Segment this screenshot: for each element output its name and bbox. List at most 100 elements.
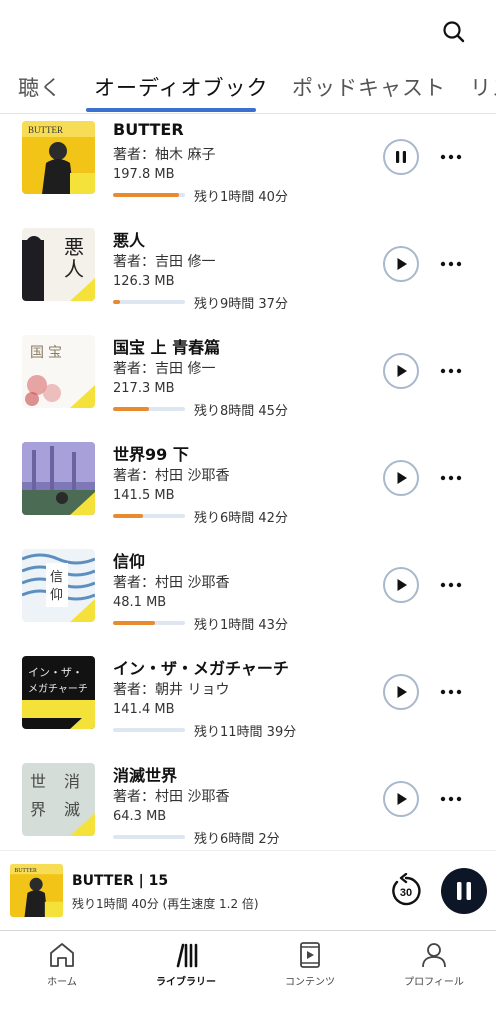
svg-text:悪: 悪 xyxy=(64,235,84,259)
nav-content[interactable]: コンテンツ xyxy=(248,931,372,1024)
tab-podcast[interactable]: ポッドキャスト xyxy=(292,72,446,102)
book-cover[interactable]: 世消界滅 xyxy=(22,763,95,836)
progress-bar xyxy=(113,407,185,411)
file-size: 197.8 MB xyxy=(113,167,175,182)
cover-art: 世消界滅 xyxy=(22,763,95,836)
file-size: 217.3 MB xyxy=(113,381,175,396)
category-tabs: 聴く オーディオブック ポッドキャスト リス xyxy=(0,62,496,114)
book-cover[interactable] xyxy=(22,442,95,515)
book-title[interactable]: 悪人 xyxy=(113,227,145,251)
more-icon xyxy=(440,368,462,374)
mini-player-pause-button[interactable] xyxy=(441,868,487,914)
mini-player-title: BUTTER | 15 xyxy=(72,873,169,889)
top-bar xyxy=(0,0,496,62)
book-author: 著者：村田 沙耶香 xyxy=(113,575,230,591)
play-icon xyxy=(397,472,407,484)
nav-content-label: コンテンツ xyxy=(285,977,335,988)
book-title[interactable]: イン・ザ・メガチャーチ xyxy=(113,655,289,679)
bottom-navigation: ホーム ライブラリー コンテンツ プロフィール xyxy=(0,930,496,1024)
cover-art: イン・ザ・メガチャーチ xyxy=(22,656,95,729)
play-button[interactable] xyxy=(383,674,419,710)
book-author: 著者：朝井 リョウ xyxy=(113,682,230,698)
book-author: 著者：吉田 修一 xyxy=(113,361,216,377)
pause-button[interactable] xyxy=(383,139,419,175)
audiobook-row[interactable]: 悪人悪人 著者：吉田 修一 126.3 MB 残り9時間 37分 xyxy=(0,221,496,328)
nav-home[interactable]: ホーム xyxy=(0,931,124,1024)
more-options-button[interactable] xyxy=(438,789,464,809)
book-title[interactable]: BUTTER xyxy=(113,120,184,139)
more-options-button[interactable] xyxy=(438,575,464,595)
mini-player[interactable]: BUTTER BUTTER | 15 残り1時間 40分 (再生速度 1.2 倍… xyxy=(0,850,496,930)
rewind-30-button[interactable]: 30 xyxy=(388,872,424,909)
book-title[interactable]: 消滅世界 xyxy=(113,762,177,786)
cover-art: 国宝 xyxy=(22,335,95,408)
nav-library-label: ライブラリー xyxy=(156,977,216,988)
svg-text:世: 世 xyxy=(30,772,46,791)
more-options-button[interactable] xyxy=(438,682,464,702)
book-cover[interactable]: BUTTER xyxy=(22,121,95,194)
more-icon xyxy=(440,154,462,160)
book-cover[interactable]: 信仰 xyxy=(22,549,95,622)
pause-icon xyxy=(396,151,406,163)
progress-bar xyxy=(113,728,185,732)
tab-audiobook[interactable]: オーディオブック xyxy=(94,72,269,102)
nav-profile[interactable]: プロフィール xyxy=(372,931,496,1024)
book-cover[interactable]: 悪人 xyxy=(22,228,95,301)
home-icon xyxy=(50,943,74,967)
book-author: 著者：柚木 麻子 xyxy=(113,147,216,163)
time-remaining: 残り6時間 42分 xyxy=(194,511,288,526)
svg-text:信: 信 xyxy=(50,570,63,585)
tab-list[interactable]: リス xyxy=(470,72,496,102)
time-remaining: 残り6時間 2分 xyxy=(194,832,280,847)
more-icon xyxy=(440,261,462,267)
cover-art: 信仰 xyxy=(22,549,95,622)
file-size: 141.4 MB xyxy=(113,702,175,717)
book-title[interactable]: 世界99 下 xyxy=(113,441,189,465)
more-options-button[interactable] xyxy=(438,468,464,488)
cover-art xyxy=(22,442,95,515)
progress-fill xyxy=(113,407,149,411)
audiobook-row[interactable]: BUTTER BUTTER 著者：柚木 麻子 197.8 MB 残り1時間 40分 xyxy=(0,114,496,221)
svg-text:消: 消 xyxy=(64,772,80,791)
content-icon xyxy=(300,942,320,968)
more-options-button[interactable] xyxy=(438,254,464,274)
svg-text:滅: 滅 xyxy=(64,800,80,819)
nav-library[interactable]: ライブラリー xyxy=(124,931,248,1024)
book-cover[interactable]: 国宝 xyxy=(22,335,95,408)
library-icon xyxy=(176,943,198,968)
more-options-button[interactable] xyxy=(438,147,464,167)
time-remaining: 残り1時間 43分 xyxy=(194,618,288,633)
time-remaining: 残り11時間 39分 xyxy=(194,725,297,740)
book-title[interactable]: 国宝 上 青春篇 xyxy=(113,334,220,358)
search-icon xyxy=(443,21,465,43)
play-button[interactable] xyxy=(383,781,419,817)
play-button[interactable] xyxy=(383,567,419,603)
audiobook-row[interactable]: 世界99 下著者：村田 沙耶香 141.5 MB 残り6時間 42分 xyxy=(0,435,496,542)
play-button[interactable] xyxy=(383,353,419,389)
progress-fill xyxy=(113,514,144,518)
progress-bar xyxy=(113,835,185,839)
play-button[interactable] xyxy=(383,460,419,496)
audiobook-row[interactable]: イン・ザ・ メガチャーチ イン・ザ・メガチャーチ 著者：朝井 リョウ 141.4 MB 残… xyxy=(0,649,496,756)
profile-icon xyxy=(422,943,446,968)
audiobook-row[interactable]: 国宝国宝 上 青春篇 著者：吉田 修一 217.3 MB 残り8時間 45分 xyxy=(0,328,496,435)
book-title[interactable]: 信仰 xyxy=(113,548,145,572)
tab-listen[interactable]: 聴く xyxy=(18,72,62,102)
book-author: 著者：村田 沙耶香 xyxy=(113,468,230,484)
play-button[interactable] xyxy=(383,246,419,282)
audiobook-row[interactable]: 世消界滅消滅世界 著者：村田 沙耶香 64.3 MB 残り6時間 2分 xyxy=(0,756,496,850)
mini-player-subtitle: 残り1時間 40分 (再生速度 1.2 倍) xyxy=(72,897,259,911)
svg-text:メガチャーチ: メガチャーチ xyxy=(28,683,88,695)
more-options-button[interactable] xyxy=(438,361,464,381)
audiobook-row[interactable]: 信仰信仰 著者：村田 沙耶香 48.1 MB 残り1時間 43分 xyxy=(0,542,496,649)
progress-bar xyxy=(113,300,185,304)
search-button[interactable] xyxy=(440,18,468,46)
more-icon xyxy=(440,475,462,481)
cover-art: BUTTER xyxy=(22,121,95,194)
more-icon xyxy=(440,689,462,695)
play-icon xyxy=(397,365,407,377)
book-cover[interactable]: イン・ザ・ メガチャーチ xyxy=(22,656,95,729)
svg-text:宝: 宝 xyxy=(48,345,62,361)
play-icon xyxy=(397,793,407,805)
progress-bar xyxy=(113,514,185,518)
